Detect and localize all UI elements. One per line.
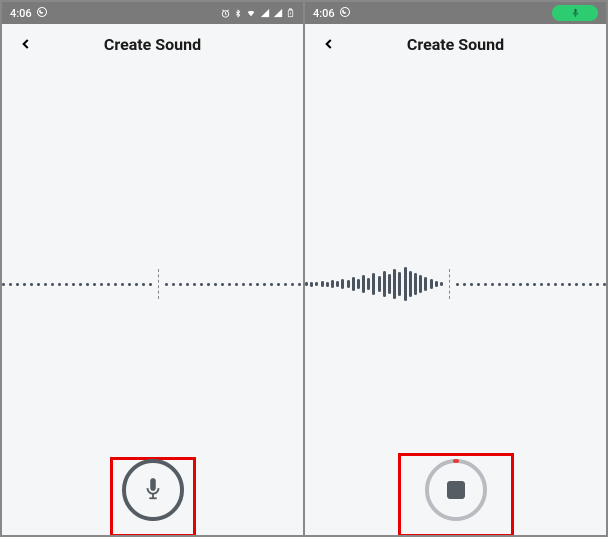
alarm-icon <box>220 8 231 19</box>
recording-indicator-pill <box>552 5 598 21</box>
status-time: 4:06 <box>10 7 32 20</box>
app-header: Create Sound <box>305 24 606 64</box>
back-button[interactable] <box>315 30 343 58</box>
chevron-left-icon <box>19 37 33 51</box>
screenshot-pair: 4:06 Create Sound <box>0 0 608 537</box>
page-title: Create Sound <box>104 35 201 54</box>
back-button[interactable] <box>12 30 40 58</box>
waveform-bars <box>305 267 443 301</box>
waveform-dots-right <box>165 283 303 286</box>
status-bar: 4:06 <box>305 2 606 24</box>
waveform-dots-right <box>456 283 606 286</box>
content-area <box>2 64 303 535</box>
whatsapp-icon <box>339 6 351 21</box>
signal-icon-2 <box>273 8 283 18</box>
signal-icon <box>260 8 270 18</box>
status-bar: 4:06 <box>2 2 303 24</box>
chevron-left-icon <box>322 37 336 51</box>
stop-button[interactable] <box>425 459 487 521</box>
wifi-icon <box>245 8 257 18</box>
record-button[interactable] <box>122 459 184 521</box>
microphone-icon <box>142 476 164 504</box>
screen-recording: 4:06 Create Sound <box>305 2 606 535</box>
playhead-cursor <box>158 269 159 299</box>
bluetooth-icon <box>234 8 242 19</box>
waveform-dots-left <box>2 283 152 286</box>
waveform-track <box>2 259 303 309</box>
playhead-cursor <box>449 269 450 299</box>
recording-progress-tick <box>453 459 459 463</box>
whatsapp-icon <box>36 6 48 21</box>
page-title: Create Sound <box>407 35 504 54</box>
stop-icon <box>447 481 465 499</box>
battery-icon <box>286 7 295 19</box>
screen-idle: 4:06 Create Sound <box>2 2 303 535</box>
microphone-icon <box>571 8 580 19</box>
status-time: 4:06 <box>313 7 335 20</box>
waveform-track <box>305 259 606 309</box>
content-area <box>305 64 606 535</box>
app-header: Create Sound <box>2 24 303 64</box>
